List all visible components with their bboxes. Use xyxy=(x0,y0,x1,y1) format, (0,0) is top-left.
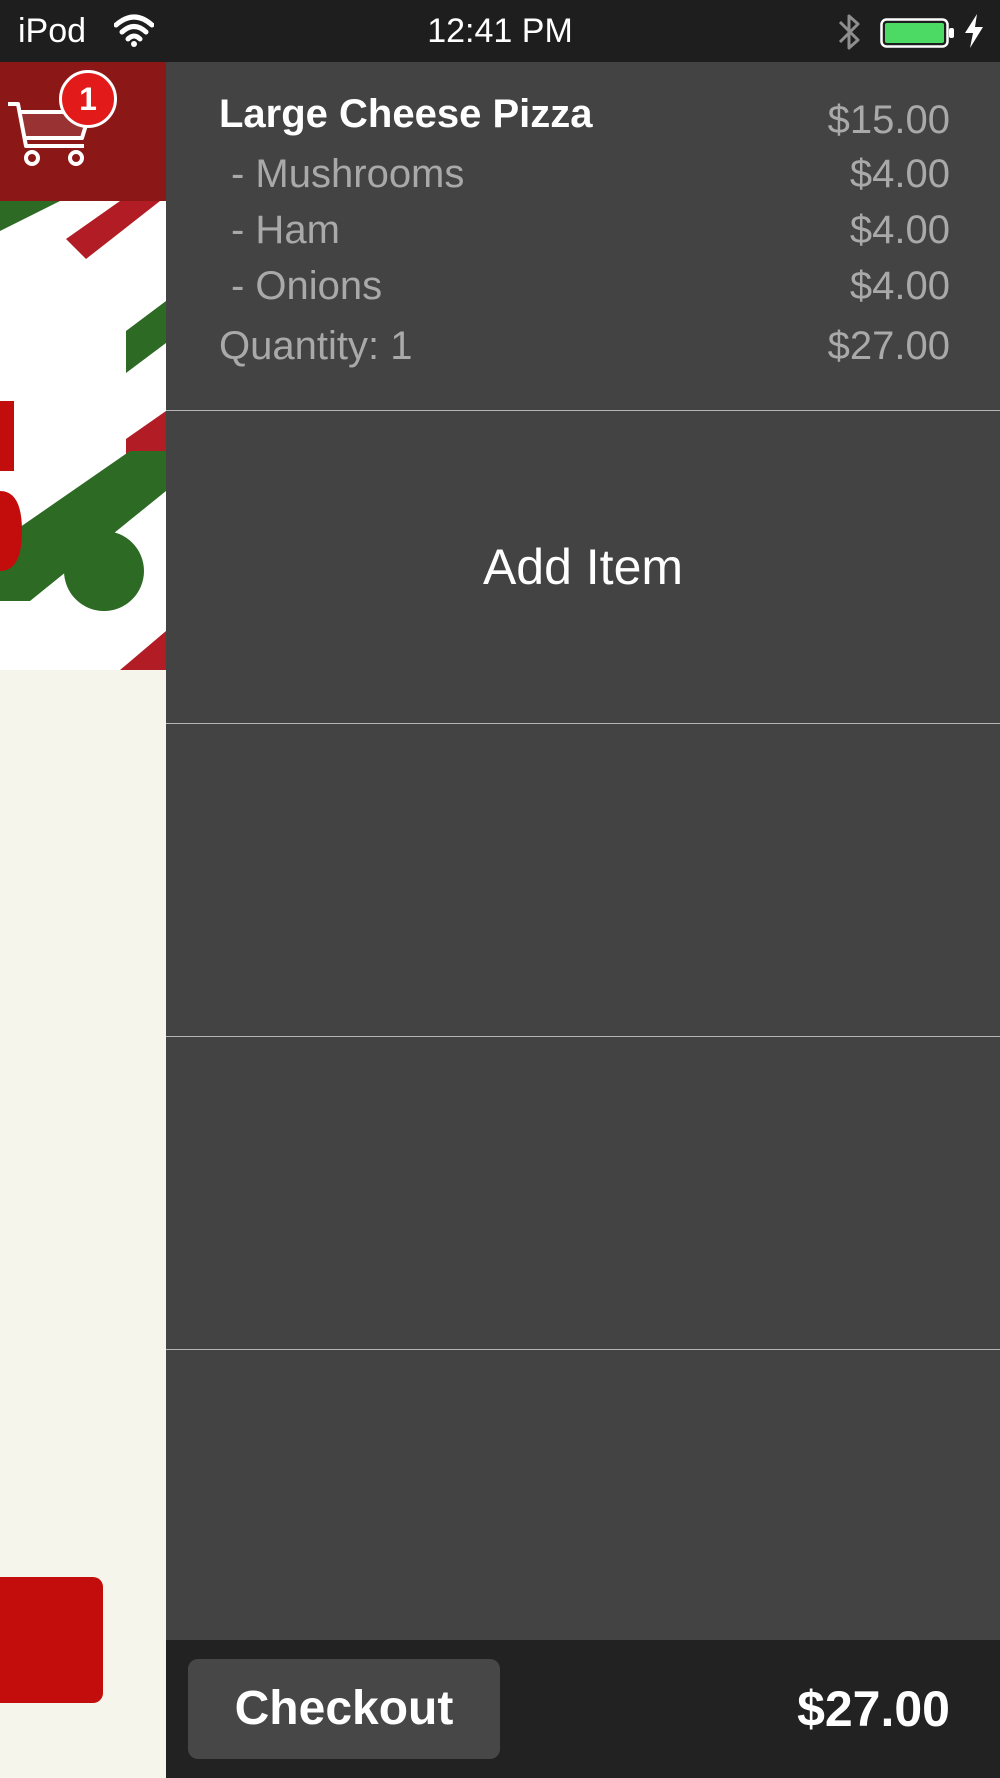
cart-panel: Large Cheese Pizza $15.00 - Mushrooms $4… xyxy=(166,62,1000,1640)
clock-time: 12:41 PM xyxy=(427,12,573,50)
modifier-label: - Onions xyxy=(231,264,383,308)
status-bar-left: iPod xyxy=(0,0,166,62)
empty-cart-row xyxy=(166,724,1000,1037)
bluetooth-icon xyxy=(838,14,860,50)
checkout-footer: Checkout $27.00 xyxy=(166,1640,1000,1778)
add-item-row[interactable]: Add Item xyxy=(166,411,1000,724)
modifier-price: $4.00 xyxy=(849,152,950,196)
item-line-total: $27.00 xyxy=(827,324,950,368)
battery-icon xyxy=(880,18,954,48)
cart-item-row[interactable]: Large Cheese Pizza $15.00 - Mushrooms $4… xyxy=(166,62,1000,411)
item-base-price: $15.00 xyxy=(827,98,950,142)
empty-cart-row xyxy=(166,1037,1000,1350)
carrier-label: iPod xyxy=(18,12,87,50)
item-name: Large Cheese Pizza xyxy=(219,92,593,136)
modifier-price: $4.00 xyxy=(849,264,950,308)
status-bar: 12:41 PM xyxy=(166,0,1000,62)
left-action-button[interactable] xyxy=(0,1577,103,1703)
charging-bolt-icon xyxy=(965,14,983,48)
cart-count-badge: 1 xyxy=(59,70,117,128)
add-item-label: Add Item xyxy=(482,539,684,595)
order-total: $27.00 xyxy=(797,1681,950,1737)
promo-banner-image xyxy=(0,201,166,670)
item-quantity: Quantity: 1 xyxy=(219,324,413,368)
modifier-price: $4.00 xyxy=(849,208,950,252)
cart-button[interactable]: 1 xyxy=(0,62,130,201)
wifi-icon xyxy=(114,14,154,47)
app-header: 1 xyxy=(0,62,166,201)
background-menu-pane: iPod 1 xyxy=(0,0,166,1778)
modifier-label: - Ham xyxy=(231,208,340,252)
checkout-button[interactable]: Checkout xyxy=(188,1659,500,1759)
modifier-label: - Mushrooms xyxy=(231,152,465,196)
